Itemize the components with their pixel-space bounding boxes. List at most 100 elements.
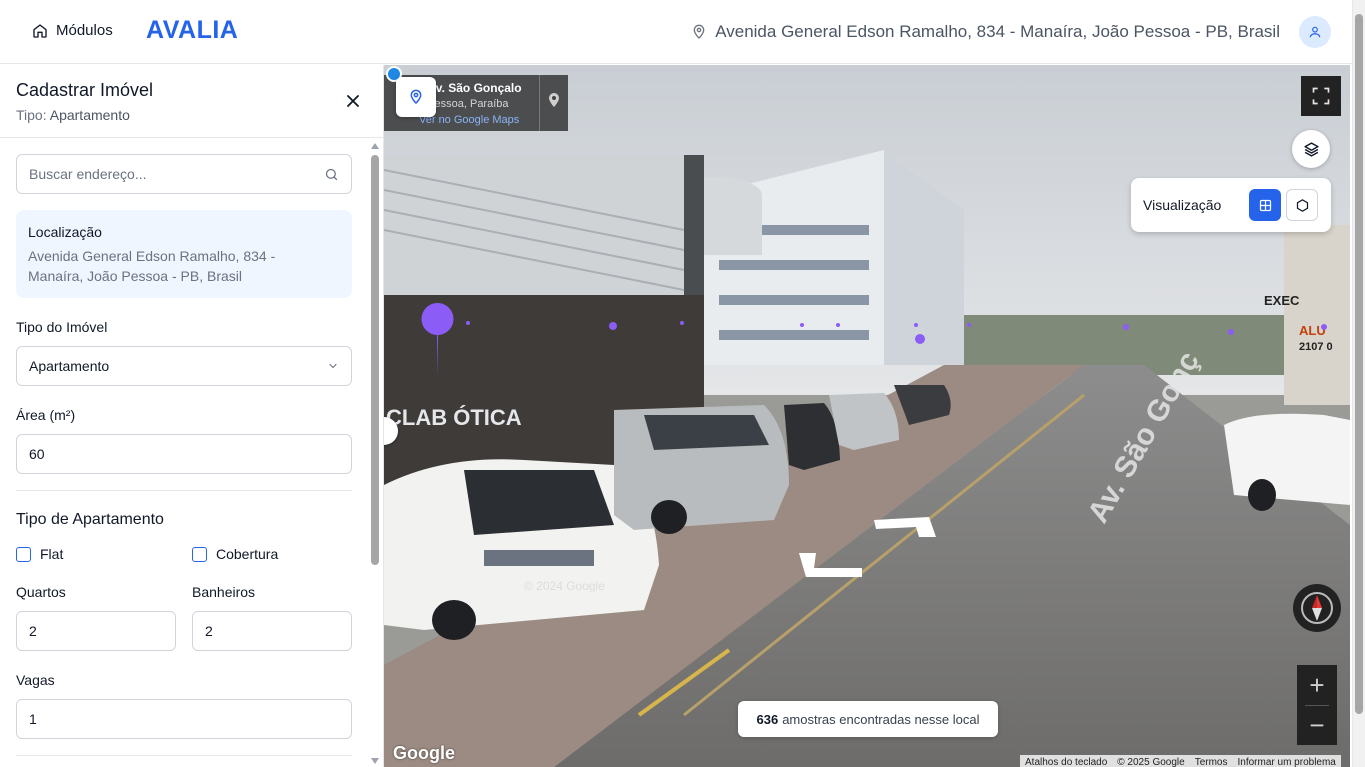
- bathrooms-label: Banheiros: [192, 584, 256, 600]
- keyboard-shortcuts-link[interactable]: Atalhos do teclado: [1020, 757, 1112, 767]
- google-logo: Google: [393, 743, 455, 763]
- sample-marker[interactable]: [800, 323, 804, 327]
- parking-input[interactable]: 1: [16, 699, 352, 739]
- apartment-type-title: Tipo de Apartamento: [16, 511, 164, 528]
- close-icon[interactable]: [343, 91, 363, 111]
- modules-label: Módulos: [56, 22, 113, 39]
- page-scrollbar-thumb[interactable]: [1355, 14, 1363, 714]
- modules-button[interactable]: Módulos: [32, 22, 113, 39]
- sample-marker[interactable]: [466, 321, 470, 325]
- user-icon: [1309, 26, 1321, 38]
- property-type-label: Tipo do Imóvel: [16, 319, 108, 335]
- rooms-value: 2: [29, 623, 37, 639]
- fullscreen-button[interactable]: [1301, 76, 1341, 116]
- terms-link[interactable]: Termos: [1190, 757, 1233, 767]
- samples-found-banner: 636 amostras encontradas nesse local: [738, 701, 998, 737]
- sample-marker[interactable]: [915, 334, 925, 344]
- zoom-in-button[interactable]: +: [1297, 665, 1337, 705]
- subtitle-type: Apartamento: [49, 107, 130, 123]
- area-label: Área (m²): [16, 407, 76, 423]
- top-header: Módulos AVALIA Avenida General Edson Ram…: [0, 0, 1352, 64]
- pegman-icon[interactable]: [547, 93, 561, 113]
- report-problem-link[interactable]: Informar um problema: [1233, 757, 1341, 767]
- compass-control[interactable]: [1293, 584, 1341, 632]
- visualization-panel: Visualização: [1131, 178, 1331, 232]
- rooms-input[interactable]: 2: [16, 611, 176, 651]
- panel-title: Cadastrar Imóvel: [16, 80, 154, 100]
- sample-marker[interactable]: [609, 322, 617, 330]
- chevron-down-icon: [329, 363, 337, 369]
- sample-marker[interactable]: [437, 322, 447, 332]
- parking-value: 1: [29, 711, 37, 727]
- search-icon[interactable]: [324, 167, 339, 182]
- search-input[interactable]: [29, 155, 319, 193]
- hexagon-icon: [1296, 198, 1308, 212]
- sign-text-1: EXEC: [1264, 293, 1300, 308]
- property-type-select[interactable]: Apartamento: [16, 346, 352, 386]
- location-value: Avenida General Edson Ramalho, 834 - Man…: [28, 248, 276, 284]
- storefront-text: CLAB ÓTICA: [386, 405, 522, 430]
- watermark-text: © 2024 Google: [524, 579, 605, 593]
- sample-marker[interactable]: [914, 323, 918, 327]
- property-type-value: Apartamento: [29, 358, 110, 374]
- panel-scrollbar[interactable]: [370, 143, 382, 767]
- sample-marker[interactable]: [1228, 329, 1234, 335]
- subtitle-prefix: Tipo:: [16, 107, 47, 123]
- checkbox-box[interactable]: [16, 546, 31, 562]
- bathrooms-value: 2: [205, 623, 213, 639]
- copyright-text: © 2025 Google: [1117, 756, 1185, 767]
- map-pin-icon: [410, 89, 422, 105]
- sample-marker[interactable]: [836, 323, 840, 327]
- checkbox-box[interactable]: [192, 546, 207, 562]
- fullscreen-icon: [1312, 87, 1330, 105]
- area-input[interactable]: 60: [16, 434, 352, 474]
- address-search: [16, 154, 352, 194]
- grid-icon: [1259, 199, 1271, 211]
- zoom-out-button[interactable]: −: [1297, 705, 1337, 745]
- header-address: Avenida General Edson Ramalho, 834 - Man…: [691, 22, 1280, 42]
- panel-header: Cadastrar Imóvel Tipo: Apartamento: [0, 65, 383, 138]
- header-address-text: Avenida General Edson Ramalho, 834 - Man…: [715, 22, 1280, 41]
- layers-icon: [1303, 141, 1319, 157]
- panel-subtitle: Tipo: Apartamento: [16, 107, 130, 123]
- sample-marker[interactable]: [1123, 324, 1129, 330]
- home-icon: [33, 23, 47, 38]
- flat-label: Flat: [40, 546, 64, 562]
- page-scrollbar[interactable]: [1352, 0, 1365, 767]
- flat-checkbox[interactable]: Flat: [16, 546, 63, 562]
- scroll-down-arrow[interactable]: [371, 758, 379, 764]
- user-avatar[interactable]: [1299, 16, 1331, 48]
- section-divider: [16, 755, 352, 756]
- samples-text: amostras encontradas nesse local: [782, 711, 980, 727]
- section-divider: [16, 490, 352, 491]
- visualization-label: Visualização: [1143, 197, 1222, 213]
- rooms-label: Quartos: [16, 584, 66, 600]
- hexagon-view-button[interactable]: [1286, 189, 1318, 221]
- pegman-box[interactable]: [539, 75, 568, 131]
- sample-marker[interactable]: [680, 321, 684, 325]
- register-property-panel: Cadastrar Imóvel Tipo: Apartamento Local…: [0, 65, 384, 767]
- zoom-control: + −: [1297, 665, 1337, 745]
- compass-icon: [1301, 592, 1333, 624]
- google-maps-link[interactable]: Ver no Google Maps: [419, 114, 519, 126]
- street-view-panorama[interactable]: CLAB ÓTICA EXEC ALU 2107 0 Av. São Gonç: [384, 65, 1350, 767]
- bathrooms-input[interactable]: 2: [192, 611, 352, 651]
- parking-label: Vagas: [16, 672, 55, 688]
- grid-view-button[interactable]: [1249, 189, 1281, 221]
- area-value: 60: [29, 446, 45, 462]
- location-pin-button[interactable]: [396, 77, 436, 117]
- location-label: Localização: [28, 224, 102, 240]
- map-pin-icon: [693, 24, 705, 39]
- scroll-up-arrow[interactable]: [371, 143, 379, 149]
- location-card: Localização Avenida General Edson Ramalh…: [16, 210, 352, 298]
- map-attribution: Atalhos do teclado © 2025 Google Termos …: [1020, 755, 1341, 767]
- street-view-map[interactable]: CLAB ÓTICA EXEC ALU 2107 0 Av. São Gonç: [384, 65, 1350, 767]
- sample-marker[interactable]: [1321, 324, 1327, 330]
- penthouse-checkbox[interactable]: Cobertura: [192, 546, 278, 562]
- brand-logo[interactable]: AVALIA: [146, 16, 238, 45]
- samples-count: 636: [756, 711, 779, 727]
- sample-marker[interactable]: [967, 323, 971, 327]
- panel-scrollbar-thumb[interactable]: [371, 155, 379, 565]
- layers-button[interactable]: [1292, 130, 1330, 168]
- penthouse-label: Cobertura: [216, 546, 279, 562]
